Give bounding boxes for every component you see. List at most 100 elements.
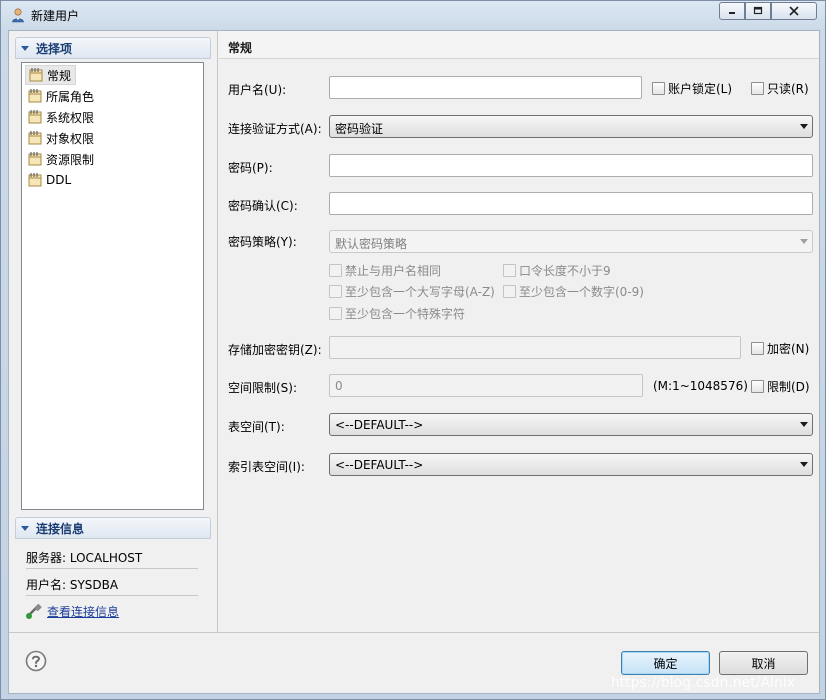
encrypt-label: 加密(N) [767, 342, 810, 356]
nav-item-object-privileges[interactable]: 对象权限 [25, 128, 98, 148]
index-tablespace-label: 索引表空间(I): [228, 460, 305, 474]
divider [26, 568, 198, 569]
cancel-button[interactable]: 取消 [719, 651, 808, 675]
general-settings-pane: 常规 用户名(U): 账户锁定(L) 只读(R) 连接验证方式(A): 密码验证… [219, 31, 819, 632]
checkbox-box[interactable] [329, 307, 342, 320]
page-icon [28, 89, 42, 103]
readonly-label: 只读(R) [767, 82, 809, 96]
no-same-as-username-checkbox[interactable]: 禁止与用户名相同 [329, 262, 441, 279]
connection-section-title: 连接信息 [36, 521, 85, 536]
special-char-label: 至少包含一个特殊字符 [345, 307, 466, 321]
space-limit-label: 空间限制(S): [228, 381, 298, 395]
nav-item-resource-limits[interactable]: 资源限制 [25, 149, 98, 169]
window-title: 新建用户 [31, 9, 80, 23]
checkbox-box[interactable] [751, 82, 764, 95]
nav-item-roles[interactable]: 所属角色 [25, 86, 98, 106]
nav-section-header[interactable]: 选择项 [15, 37, 211, 59]
maximize-button[interactable] [745, 2, 771, 20]
new-user-dialog: 新建用户 选择项 常规 所属角色 系统权限 对象权限 资源限制 DDL 连接信息… [0, 0, 826, 700]
username-label: 用户名(U): [228, 83, 287, 97]
checkbox-box[interactable] [503, 264, 516, 277]
min-length-checkbox[interactable]: 口令长度不小于9 [503, 262, 611, 279]
auth-method-value: 密码验证 [335, 122, 384, 136]
title-bar[interactable]: 新建用户 [1, 1, 825, 29]
special-char-checkbox[interactable]: 至少包含一个特殊字符 [329, 305, 465, 322]
dropdown-arrow-icon [800, 124, 808, 129]
confirm-password-input[interactable] [329, 192, 813, 215]
nav-item-label: DDL [46, 173, 72, 187]
storage-key-label: 存储加密密钥(Z): [228, 343, 322, 357]
tablespace-select[interactable]: <--DEFAULT--> [329, 413, 813, 436]
tablespace-label: 表空间(T): [228, 420, 285, 434]
nav-item-system-privileges[interactable]: 系统权限 [25, 107, 98, 127]
nav-item-label: 对象权限 [46, 131, 95, 146]
checkbox-box[interactable] [751, 380, 764, 393]
nav-item-general[interactable]: 常规 [25, 65, 77, 85]
account-lock-checkbox[interactable]: 账户锁定(L) [652, 80, 732, 97]
readonly-checkbox[interactable]: 只读(R) [751, 80, 809, 97]
index-tablespace-select[interactable]: <--DEFAULT--> [329, 453, 813, 476]
uppercase-checkbox[interactable]: 至少包含一个大写字母(A-Z) [329, 283, 495, 300]
dropdown-arrow-icon [800, 422, 808, 427]
watermark: https://blog.csdn.net/Alnix [610, 675, 795, 691]
limit-checkbox[interactable]: 限制(D) [751, 378, 810, 395]
minimize-button[interactable] [719, 2, 745, 20]
digit-label: 至少包含一个数字(0-9) [519, 285, 644, 299]
page-icon [29, 68, 43, 82]
close-button[interactable] [771, 2, 817, 20]
password-policy-label: 密码策略(Y): [228, 235, 297, 249]
password-policy-select[interactable]: 默认密码策略 [329, 230, 813, 253]
close-icon [789, 6, 799, 16]
username-info: 用户名: SYSDBA [26, 578, 119, 592]
view-connection-info-label: 查看连接信息 [47, 605, 120, 619]
auth-method-select[interactable]: 密码验证 [329, 115, 813, 138]
username-input[interactable] [329, 76, 642, 99]
checkbox-box[interactable] [503, 285, 516, 298]
checkbox-box[interactable] [652, 82, 665, 95]
dropdown-arrow-icon [800, 239, 808, 244]
server-info: 服务器: LOCALHOST [26, 551, 143, 565]
minimize-icon [729, 12, 735, 14]
chevron-down-icon [21, 46, 29, 51]
page-icon [28, 131, 42, 145]
checkbox-box[interactable] [329, 264, 342, 277]
divider [26, 595, 198, 596]
password-policy-value: 默认密码策略 [335, 237, 408, 251]
checkbox-box[interactable] [329, 285, 342, 298]
page-icon [28, 110, 42, 124]
limit-label: 限制(D) [767, 380, 810, 394]
dialog-body: 选择项 常规 所属角色 系统权限 对象权限 资源限制 DDL 连接信息 服务器:… [8, 30, 820, 694]
password-input[interactable] [329, 154, 813, 177]
view-connection-info-link[interactable]: 查看连接信息 [25, 603, 119, 620]
no-same-as-username-label: 禁止与用户名相同 [345, 264, 442, 278]
page-icon [28, 173, 42, 187]
ok-button[interactable]: 确定 [621, 651, 710, 675]
encrypt-checkbox[interactable]: 加密(N) [751, 340, 809, 357]
space-range-hint: (M:1~1048576) [653, 379, 748, 393]
user-icon [10, 7, 26, 23]
checkbox-box[interactable] [751, 342, 764, 355]
space-limit-input[interactable]: 0 [329, 374, 643, 397]
help-icon[interactable] [25, 650, 47, 672]
nav-item-label: 常规 [47, 68, 72, 83]
storage-key-input[interactable] [329, 336, 741, 359]
divider [9, 632, 819, 633]
connection-section-header[interactable]: 连接信息 [15, 517, 211, 539]
connection-icon [26, 603, 42, 619]
digit-checkbox[interactable]: 至少包含一个数字(0-9) [503, 283, 644, 300]
password-label: 密码(P): [228, 161, 273, 175]
page-icon [28, 152, 42, 166]
account-lock-label: 账户锁定(L) [668, 82, 733, 96]
page-title: 常规 [219, 31, 819, 59]
maximize-icon [753, 6, 763, 15]
uppercase-label: 至少包含一个大写字母(A-Z) [345, 285, 495, 299]
nav-list: 常规 所属角色 系统权限 对象权限 资源限制 DDL [21, 62, 204, 510]
tablespace-value: <--DEFAULT--> [335, 418, 424, 432]
nav-item-label: 系统权限 [46, 110, 95, 125]
dropdown-arrow-icon [800, 462, 808, 467]
index-tablespace-value: <--DEFAULT--> [335, 458, 424, 472]
nav-item-label: 资源限制 [46, 152, 95, 167]
auth-method-label: 连接验证方式(A): [228, 122, 322, 136]
nav-item-ddl[interactable]: DDL [25, 170, 75, 190]
nav-item-label: 所属角色 [46, 89, 95, 104]
